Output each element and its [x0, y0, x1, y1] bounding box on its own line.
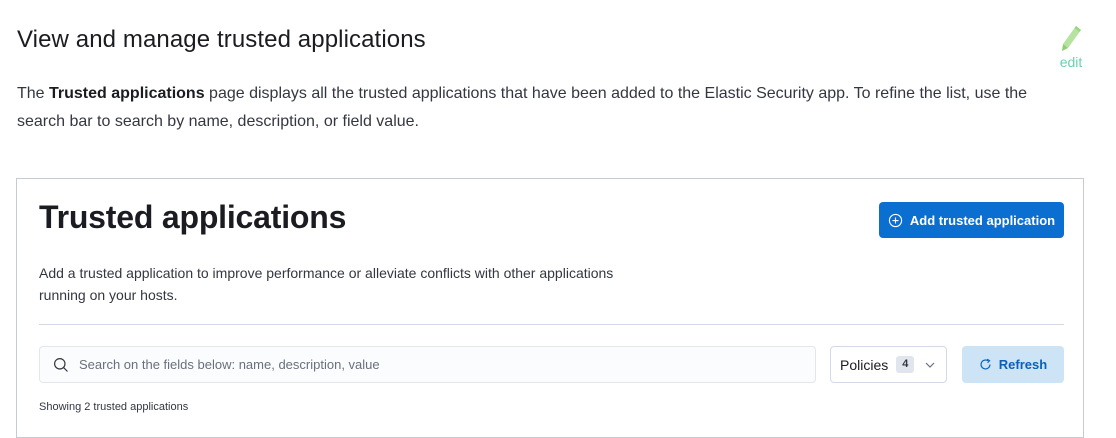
divider	[39, 324, 1064, 325]
para-bold-term: Trusted applications	[49, 85, 205, 102]
refresh-button[interactable]: Refresh	[962, 346, 1064, 383]
page-title: Trusted applications	[39, 199, 347, 235]
search-input[interactable]	[79, 347, 815, 382]
policies-count-badge: 4	[896, 356, 915, 373]
edit-label: edit	[1059, 54, 1083, 70]
doc-title: View and manage trusted applications	[17, 26, 426, 53]
search-icon	[54, 357, 68, 372]
pencil-icon	[1062, 26, 1081, 51]
chevron-down-icon	[925, 362, 935, 368]
add-trusted-application-button[interactable]: Add trusted application	[879, 202, 1064, 238]
policies-label: Policies	[840, 356, 889, 373]
refresh-icon	[980, 358, 991, 370]
doc-paragraph: The Trusted applications page displays a…	[17, 80, 1077, 136]
plus-circle-icon	[888, 213, 903, 227]
policies-filter[interactable]: Policies 4	[830, 346, 947, 383]
page-description: Add a trusted application to improve per…	[39, 265, 614, 303]
edit-link[interactable]: edit	[1054, 24, 1088, 76]
search-bar[interactable]	[39, 346, 816, 383]
screenshot-panel: Trusted applications Add trusted applica…	[16, 178, 1084, 438]
showing-count-text: Showing 2 trusted applications	[39, 401, 189, 413]
refresh-label: Refresh	[998, 357, 1048, 372]
para-prefix: The	[17, 85, 50, 102]
add-button-label: Add trusted application	[909, 212, 1056, 228]
